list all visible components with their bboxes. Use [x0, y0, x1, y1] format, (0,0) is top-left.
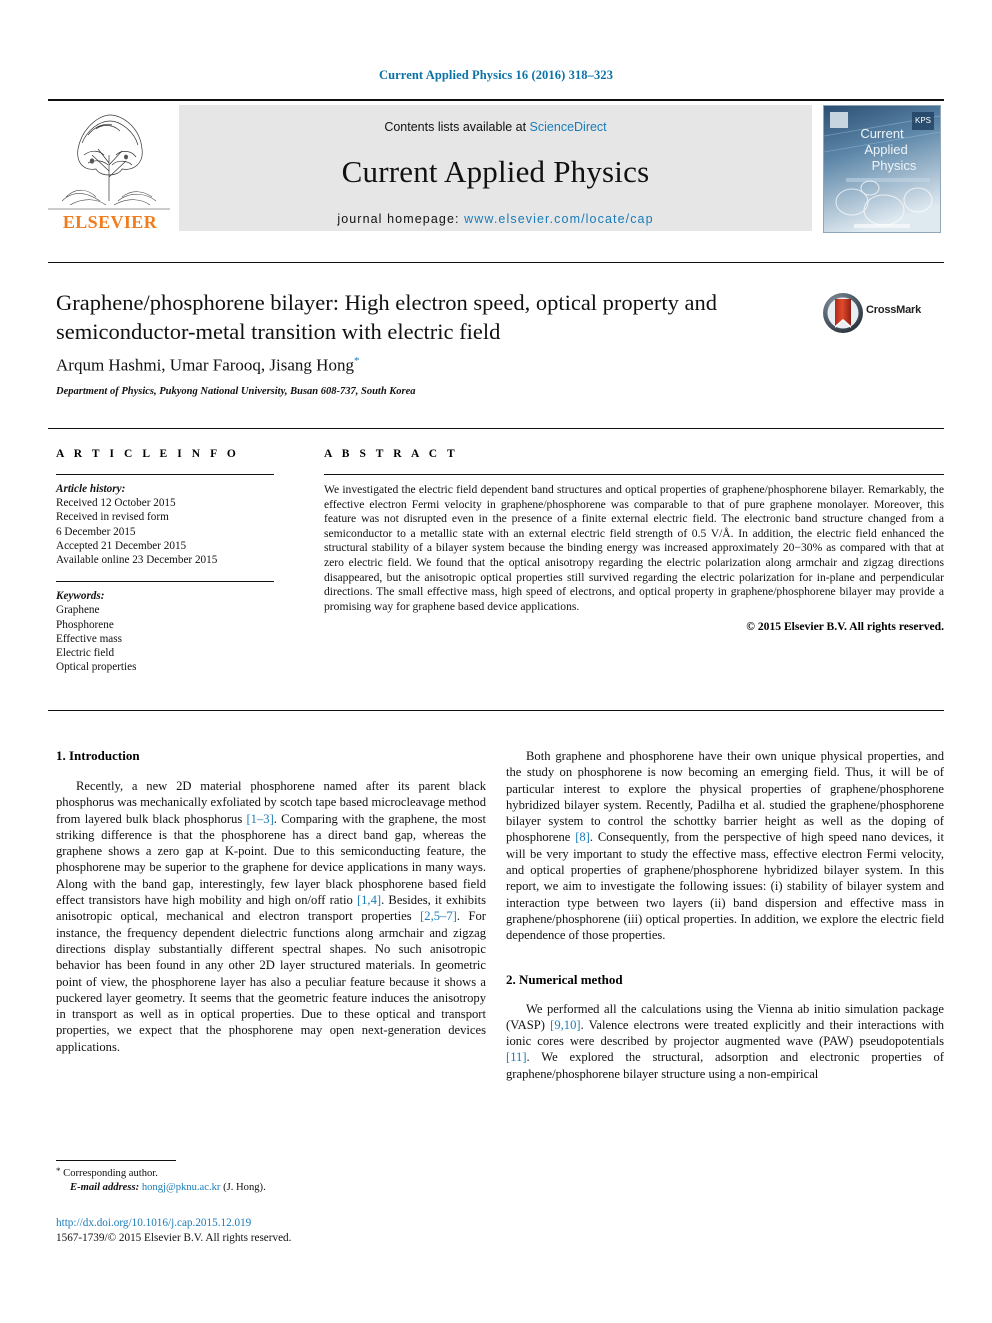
email-link[interactable]: hongj@pknu.ac.kr [142, 1182, 221, 1193]
keyword-item: Effective mass [56, 632, 122, 645]
copyright-line: © 2015 Elsevier B.V. All rights reserved… [746, 620, 944, 634]
article-info-rule [56, 474, 274, 475]
section-heading-introduction: 1. Introduction [56, 748, 140, 763]
corresponding-author-note: * Corresponding author. [56, 1165, 486, 1181]
intro-paragraph-2: Both graphene and phosphorene have their… [506, 748, 944, 944]
keyword-item: Electric field [56, 647, 115, 660]
crossmark-badge[interactable]: CrossMark [822, 292, 932, 336]
crossmark-label: CrossMark [866, 304, 922, 316]
article-info-column: A R T I C L E I N F O Article history: R… [56, 448, 274, 674]
homepage-prefix: journal homepage: [337, 212, 465, 226]
svg-text:Current: Current [860, 126, 904, 141]
intro-text-d: . For instance, the frequency dependent … [56, 909, 486, 1054]
issn-line: 1567-1739/© 2015 Elsevier B.V. All right… [56, 1231, 292, 1244]
citation-ref[interactable]: [9,10] [550, 1018, 580, 1032]
history-item: 6 December 2015 [56, 525, 136, 538]
keywords-label: Keywords: [56, 590, 105, 603]
abstract-column: A B S T R A C T We investigated the elec… [324, 448, 944, 633]
body-column-left: 1. Introduction Recently, a new 2D mater… [56, 748, 486, 1055]
corresponding-author-text: Corresponding author. [60, 1168, 158, 1179]
citation-ref[interactable]: [1,4] [357, 893, 381, 907]
journal-cover-art: KPS Current Applied Physics [824, 106, 940, 232]
email-suffix: (J. Hong). [220, 1181, 266, 1193]
intro-paragraph-1: Recently, a new 2D material phosphorene … [56, 778, 486, 1055]
method-text-c: . We explored the structural, adsorption… [506, 1050, 944, 1081]
author-list: Arqum Hashmi, Umar Farooq, Jisang Hong* [56, 355, 796, 376]
abstract-heading: A B S T R A C T [324, 448, 459, 460]
citation-ref[interactable]: [8] [575, 830, 590, 844]
masthead-band: Contents lists available at ScienceDirec… [179, 105, 812, 231]
history-item: Received in revised form [56, 511, 169, 524]
keyword-item: Optical properties [56, 661, 137, 674]
homepage-url-link[interactable]: www.elsevier.com/locate/cap [464, 212, 654, 226]
intro2-text-b: . Consequently, from the perspective of … [506, 830, 944, 943]
keyword-item: Graphene [56, 604, 100, 617]
sciencedirect-link[interactable]: ScienceDirect [530, 120, 607, 134]
body-divider [48, 710, 944, 711]
affiliation: Department of Physics, Pukyong National … [56, 386, 416, 397]
corresponding-author-marker: * [353, 355, 360, 367]
elsevier-logo: ELSEVIER [48, 105, 170, 233]
article-history-label: Article history: [56, 483, 126, 495]
homepage-line: journal homepage: www.elsevier.com/locat… [179, 212, 812, 226]
footnote-rule [56, 1160, 176, 1161]
journal-cover-thumbnail: KPS Current Applied Physics [823, 105, 941, 233]
footnote-block: * Corresponding author. E-mail address: … [56, 1160, 486, 1194]
history-item: Received 12 October 2015 [56, 497, 176, 510]
crossmark-icon [823, 293, 863, 333]
body-column-right: Both graphene and phosphorene have their… [506, 748, 944, 1082]
citation-ref[interactable]: [2,5–7] [420, 909, 457, 923]
keywords-rule [56, 581, 274, 583]
citation-ref[interactable]: [1–3] [246, 812, 273, 826]
keyword-item: Phosphorene [56, 618, 114, 631]
running-head: Current Applied Physics 16 (2016) 318–32… [378, 68, 614, 82]
svg-text:Physics: Physics [872, 158, 917, 173]
article-history: Article history: Received 12 October 201… [56, 482, 274, 567]
paper-page: Current Applied Physics 16 (2016) 318–32… [0, 0, 992, 1323]
citation-ref[interactable]: [11] [506, 1050, 527, 1064]
journal-title: Current Applied Physics [341, 154, 650, 189]
article-info-heading: A R T I C L E I N F O [56, 448, 240, 460]
doi-block: http://dx.doi.org/10.1016/j.cap.2015.12.… [56, 1216, 486, 1245]
info-divider [48, 428, 944, 429]
contents-line: Contents lists available at ScienceDirec… [179, 120, 812, 134]
abstract-rule [324, 474, 944, 475]
section-heading-numerical-method: 2. Numerical method [506, 971, 623, 987]
abstract-text: We investigated the electric field depen… [324, 483, 944, 613]
email-label: E-mail address: [70, 1181, 140, 1193]
keywords-block: Keywords: Graphene Phosphorene Effective… [56, 589, 274, 674]
doi-link[interactable]: http://dx.doi.org/10.1016/j.cap.2015.12.… [56, 1216, 486, 1231]
page-title: Graphene/phosphorene bilayer: High elect… [56, 290, 718, 344]
title-divider [48, 262, 944, 263]
journal-masthead: ELSEVIER Contents lists available at Sci… [48, 99, 944, 234]
method-paragraph-1: We performed all the calculations using … [506, 1001, 944, 1082]
elsevier-wordmark: ELSEVIER [62, 212, 158, 232]
email-note: E-mail address: hongj@pknu.ac.kr (J. Hon… [56, 1181, 486, 1195]
svg-text:KPS: KPS [915, 116, 931, 125]
history-item: Available online 23 December 2015 [56, 554, 218, 567]
elsevier-tree-icon [48, 114, 170, 210]
author-names: Arqum Hashmi, Umar Farooq, Jisang Hong [56, 355, 354, 375]
svg-text:Applied: Applied [864, 142, 907, 157]
history-item: Accepted 21 December 2015 [56, 539, 187, 552]
contents-prefix: Contents lists available at [384, 120, 530, 134]
